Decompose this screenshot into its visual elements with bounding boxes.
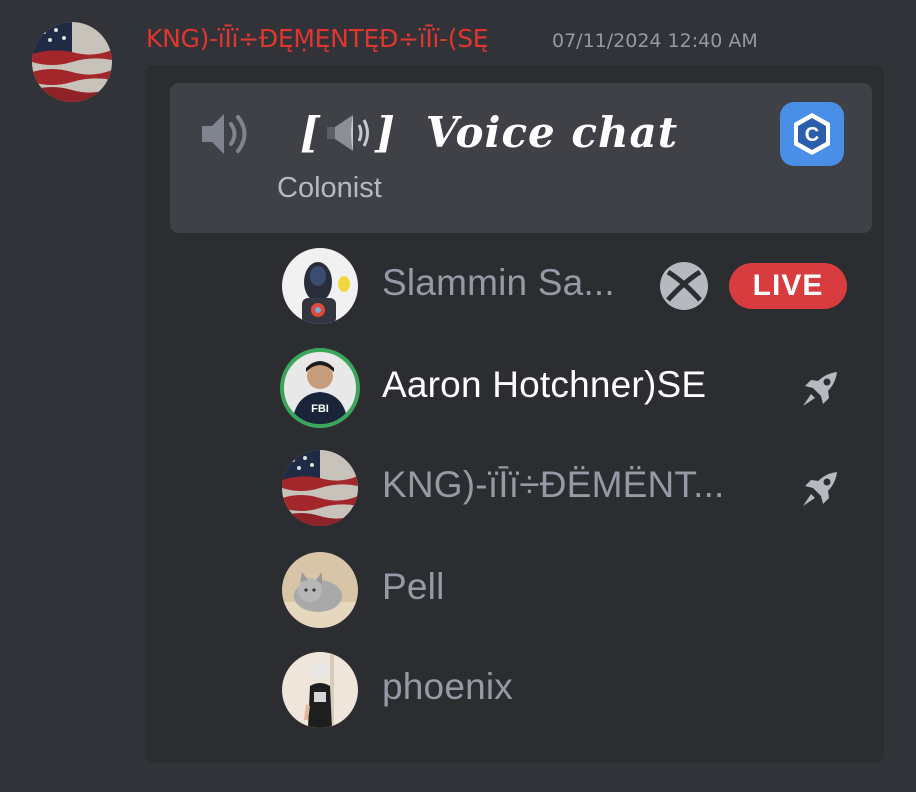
channel-prefix-open: [	[300, 108, 321, 157]
participant-name: Pell	[382, 566, 445, 607]
american-flag-avatar	[282, 450, 358, 526]
participant-row[interactable]: Pell	[282, 552, 882, 632]
robot-avatar	[282, 248, 358, 324]
xbox-icon	[658, 260, 710, 312]
participant-row[interactable]: Slammin Sa... LIVE	[282, 248, 882, 328]
speaking-indicator-ring	[280, 348, 360, 428]
participant-name: phoenix	[382, 666, 514, 707]
voice-channel-header[interactable]	[170, 83, 872, 233]
server-icon[interactable]: C	[780, 102, 844, 166]
person-avatar	[282, 652, 358, 728]
server-name[interactable]: Colonist	[277, 172, 382, 205]
message-timestamp[interactable]: 07/11/2024 12:40 AM	[552, 30, 758, 52]
speaker-icon	[198, 108, 254, 160]
loudspeaker-emoji-icon	[323, 111, 373, 155]
participant-row[interactable]: FBI Aaron Hotchner)SE	[280, 348, 882, 430]
participant-name: Slammin Sa...	[382, 262, 615, 303]
channel-name-text: Voice chat	[425, 108, 679, 157]
rocket-icon	[797, 466, 843, 512]
participant-row[interactable]: KNG)-ïĪï÷ĐËMËNT...	[282, 450, 882, 530]
participant-name: KNG)-ïĪï÷ĐËMËNT...	[382, 464, 725, 505]
channel-name[interactable]: [ ] Voice chat	[300, 108, 678, 157]
author-avatar[interactable]	[32, 22, 112, 102]
participant-row[interactable]: phoenix	[282, 652, 882, 732]
channel-prefix-close: ]	[374, 108, 396, 157]
message-container: KNG)-ïĪï÷ĐĘṂĘNTĘĐ÷ïĪï-(SĘ 07/11/2024 12:…	[0, 0, 916, 792]
author-name[interactable]: KNG)-ïĪï÷ĐĘṂĘNTĘĐ÷ïĪï-(SĘ	[146, 24, 489, 53]
participant-name: Aaron Hotchner)SE	[382, 364, 707, 405]
rocket-icon	[797, 366, 843, 412]
server-icon-letter: C	[805, 124, 819, 146]
live-badge[interactable]: LIVE	[729, 263, 847, 309]
cat-avatar	[282, 552, 358, 628]
